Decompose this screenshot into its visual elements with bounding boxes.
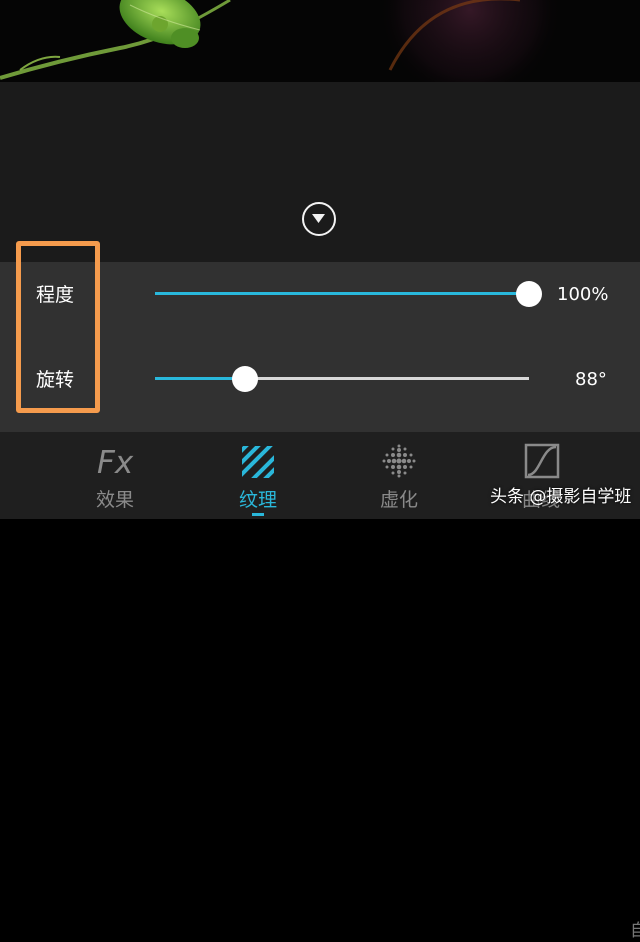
chevron-down-icon (312, 214, 325, 223)
rotation-value: 88° (575, 369, 607, 390)
active-tab-indicator (252, 513, 264, 516)
dot-grid-icon (382, 444, 416, 478)
tool-texture[interactable]: 纹理 (217, 432, 299, 519)
texture-stripes-icon (242, 446, 274, 478)
collapse-panel-button[interactable] (302, 202, 336, 236)
rotation-slider-thumb[interactable] (232, 366, 258, 392)
tool-blur[interactable]: 虚化 (358, 432, 440, 519)
curve-icon (524, 443, 560, 479)
svg-text:Fx: Fx (97, 445, 134, 481)
tool-effects[interactable]: Fx 效果 (74, 432, 156, 519)
photo-preview-image (0, 0, 640, 82)
watermark-text: 头条 @摄影自学班 (490, 487, 632, 507)
tool-blur-label: 虚化 (379, 489, 418, 511)
strength-slider-thumb[interactable] (516, 281, 542, 307)
strength-value: 100% (557, 284, 609, 305)
photo-preview (0, 0, 640, 82)
fx-icon: Fx (97, 445, 134, 481)
tool-partial-label: 自 (630, 921, 640, 941)
tool-effects-label: 效果 (95, 489, 134, 511)
tool-texture-label: 纹理 (238, 489, 277, 511)
annotation-highlight-box (16, 241, 100, 413)
strength-slider-fill (155, 292, 529, 295)
